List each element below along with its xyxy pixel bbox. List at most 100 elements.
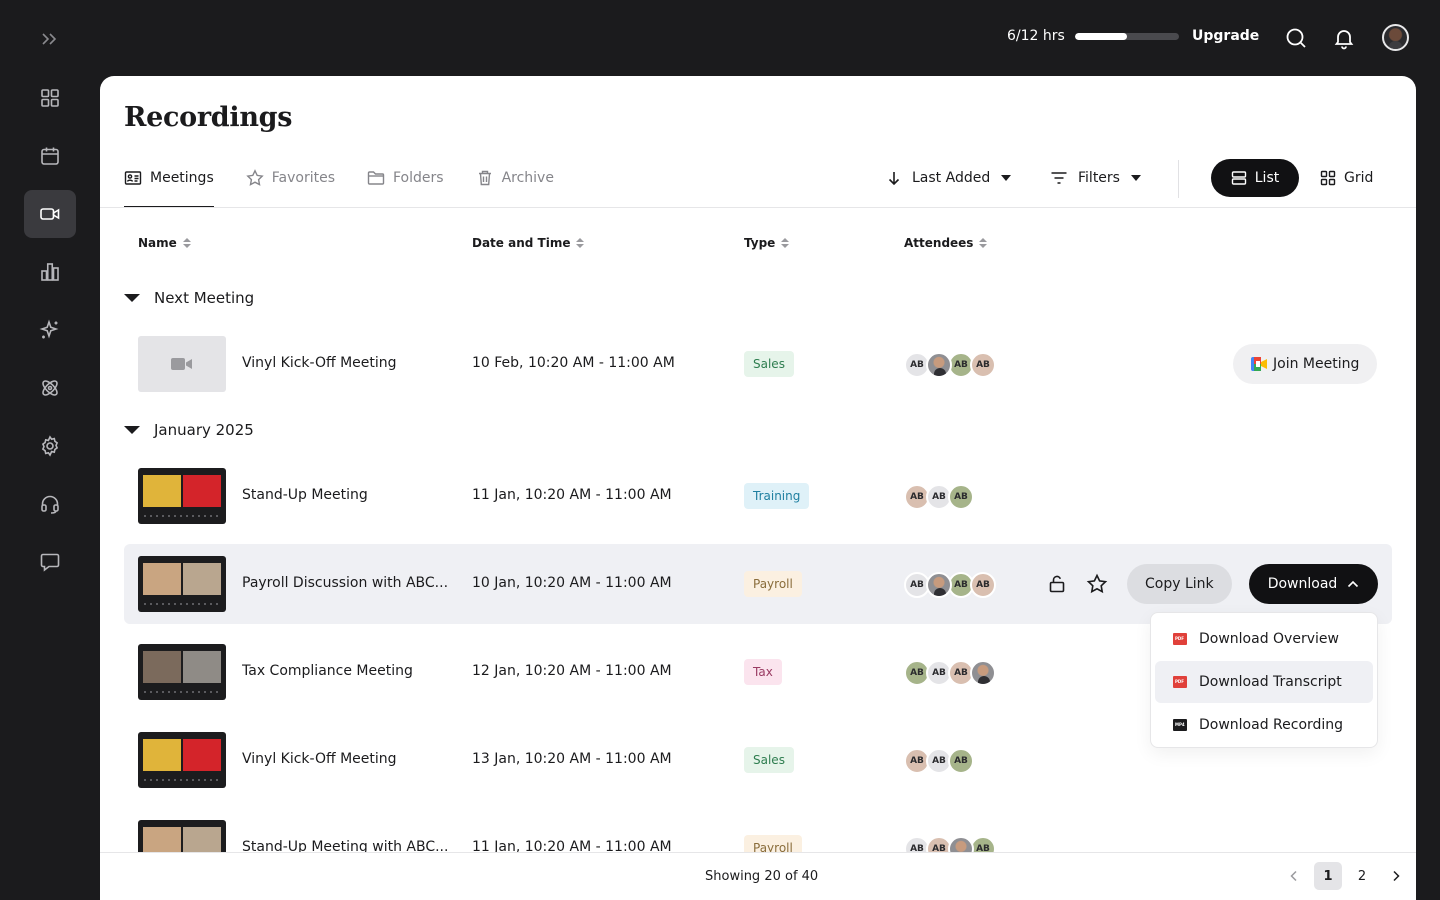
toolbar-divider: [1178, 160, 1179, 198]
sort-arrows-icon: [781, 238, 790, 248]
upgrade-link[interactable]: Upgrade: [1192, 28, 1259, 44]
view-grid-button[interactable]: Grid: [1320, 159, 1373, 197]
grid-view-icon: [1320, 170, 1336, 186]
download-button[interactable]: Download: [1249, 564, 1378, 604]
sort-arrows-icon: [979, 238, 988, 248]
gear-icon[interactable]: [24, 422, 76, 470]
recording-thumbnail[interactable]: [138, 468, 226, 524]
tab-archive[interactable]: Archive: [476, 160, 554, 196]
caret-down-icon: [1001, 175, 1012, 181]
chevron-left-icon: [1290, 870, 1297, 882]
usage-progress-bar: [1074, 32, 1179, 40]
group-header-january-2025[interactable]: January 2025: [124, 421, 254, 439]
folder-icon: [367, 171, 385, 185]
attendee-avatars: AB AB AB: [904, 572, 996, 598]
attendee-avatar: AB: [970, 572, 996, 598]
sort-arrows-icon: [576, 238, 585, 248]
bell-icon[interactable]: [1332, 26, 1356, 50]
meeting-date: 10 Feb, 10:20 AM - 11:00 AM: [472, 355, 675, 371]
prev-page-button[interactable]: [1280, 862, 1308, 890]
recordings-panel: Recordings Meetings Favorites Folders Ar…: [100, 76, 1416, 900]
atom-icon[interactable]: [24, 364, 76, 412]
meeting-name: Stand-Up Meeting: [242, 487, 368, 503]
star-icon[interactable]: [1086, 573, 1108, 595]
table-row[interactable]: Vinyl Kick-Off Meeting 10 Feb, 10:20 AM …: [124, 324, 1392, 404]
menu-item-label: Download Overview: [1199, 631, 1339, 647]
type-badge: Payroll: [744, 571, 802, 597]
sort-label: Last Added: [912, 170, 991, 186]
column-header-date[interactable]: Date and Time: [472, 236, 585, 250]
group-label: January 2025: [154, 421, 254, 439]
user-avatar[interactable]: [1382, 24, 1409, 51]
meeting-date: 13 Jan, 10:20 AM - 11:00 AM: [472, 751, 672, 767]
meeting-name: Vinyl Kick-Off Meeting: [242, 751, 397, 767]
group-header-next-meeting[interactable]: Next Meeting: [124, 289, 254, 307]
attendee-avatars: AB AB AB: [904, 660, 996, 686]
tab-folders[interactable]: Folders: [367, 160, 444, 196]
recording-thumbnail[interactable]: [138, 732, 226, 788]
group-label: Next Meeting: [154, 289, 255, 307]
menu-item-label: Download Transcript: [1199, 674, 1342, 690]
recording-thumbnail[interactable]: [138, 644, 226, 700]
search-icon[interactable]: [1284, 26, 1308, 50]
tab-meetings[interactable]: Meetings: [124, 160, 214, 208]
meeting-name: Payroll Discussion with ABC...: [242, 575, 449, 591]
attendee-avatar: AB: [948, 748, 974, 774]
download-transcript-item[interactable]: PDF Download Transcript: [1155, 661, 1373, 703]
lock-icon[interactable]: [1046, 573, 1068, 595]
usage-progress-fill: [1074, 32, 1127, 40]
filters-dropdown[interactable]: Filters: [1050, 160, 1142, 196]
pdf-file-icon: PDF: [1173, 633, 1187, 645]
video-camera-icon: [171, 358, 192, 370]
calendar-icon[interactable]: [24, 132, 76, 180]
video-placeholder-thumbnail: [138, 336, 226, 392]
bar-chart-icon[interactable]: [24, 248, 76, 296]
sort-arrows-icon: [182, 238, 191, 248]
chat-icon[interactable]: [24, 538, 76, 586]
headset-icon[interactable]: [24, 480, 76, 528]
view-grid-label: Grid: [1344, 170, 1374, 186]
attendee-avatar: [970, 660, 996, 686]
pagination: 1 2: [1280, 862, 1410, 890]
sidebar: [24, 74, 76, 596]
copy-link-button[interactable]: Copy Link: [1127, 564, 1232, 604]
filter-icon: [1051, 172, 1067, 184]
tab-favorites[interactable]: Favorites: [246, 160, 335, 196]
mp4-file-icon: MP4: [1173, 719, 1187, 731]
trash-icon: [478, 170, 491, 186]
attendee-avatars: AB AB AB: [904, 484, 974, 510]
expand-sidebar-icon[interactable]: [38, 28, 62, 50]
page-title: Recordings: [124, 102, 293, 133]
attendee-avatars: AB AB AB: [904, 748, 974, 774]
download-overview-item[interactable]: PDF Download Overview: [1155, 618, 1373, 660]
page-button-1[interactable]: 1: [1314, 862, 1342, 890]
column-header-label: Attendees: [904, 236, 974, 250]
tabs-divider: [100, 207, 1416, 208]
column-header-attendees[interactable]: Attendees: [904, 236, 988, 250]
tab-bar: Meetings Favorites Folders Archive: [124, 160, 554, 208]
column-header-label: Date and Time: [472, 236, 571, 250]
view-list-button[interactable]: List: [1211, 159, 1299, 197]
top-bar: 6/12 hrs Upgrade: [0, 0, 1440, 76]
next-page-button[interactable]: [1382, 862, 1410, 890]
download-recording-item[interactable]: MP4 Download Recording: [1155, 704, 1373, 746]
view-list-label: List: [1254, 170, 1280, 186]
filters-label: Filters: [1078, 170, 1120, 186]
sparkles-icon[interactable]: [24, 306, 76, 354]
column-header-name[interactable]: Name: [138, 236, 191, 250]
type-badge: Sales: [744, 747, 794, 773]
table-footer: Showing 20 of 40 1 2: [100, 852, 1416, 900]
list-icon: [1231, 171, 1246, 185]
meeting-name: Vinyl Kick-Off Meeting: [242, 355, 397, 371]
table-row[interactable]: Stand-Up Meeting 11 Jan, 10:20 AM - 11:0…: [124, 456, 1392, 536]
video-camera-icon[interactable]: [24, 190, 76, 238]
grid-icon[interactable]: [24, 74, 76, 122]
attendee-avatar: AB: [948, 484, 974, 510]
pdf-file-icon: PDF: [1173, 676, 1187, 688]
column-header-type[interactable]: Type: [744, 236, 790, 250]
recording-thumbnail[interactable]: [138, 556, 226, 612]
attendee-avatar: [926, 352, 952, 378]
sort-dropdown[interactable]: Last Added: [886, 160, 1012, 196]
page-button-2[interactable]: 2: [1348, 862, 1376, 890]
join-meeting-button[interactable]: Join Meeting: [1233, 344, 1378, 384]
